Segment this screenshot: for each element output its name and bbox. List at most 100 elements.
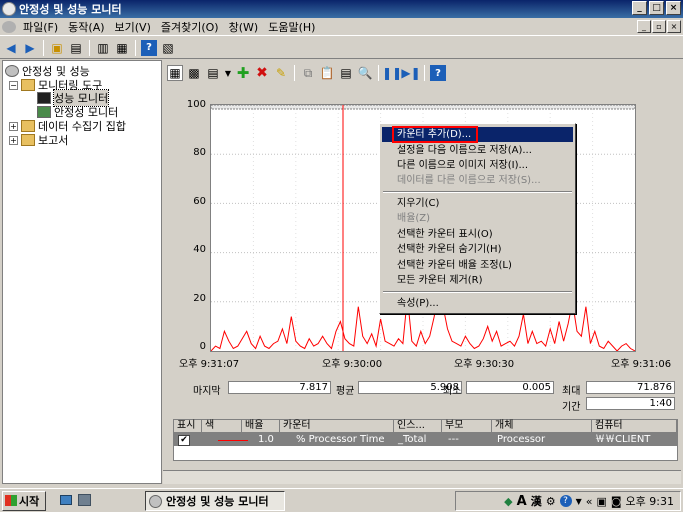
export-list-icon[interactable]: ▥ (95, 40, 111, 56)
chevron-down-icon[interactable]: ▼ (576, 497, 582, 506)
change-graph-type-icon[interactable]: ▤ (205, 65, 221, 81)
menu-item-remove-all[interactable]: 모든 카운터 제거(R) (382, 273, 573, 288)
folder-icon (21, 120, 35, 132)
parent-cell: --- (448, 434, 459, 445)
menu-item-hide-selected[interactable]: 선택한 카운터 숨기기(H) (382, 242, 573, 257)
copy-properties-icon[interactable]: ⧉ (300, 65, 316, 81)
x-tick-label: 오후 9:30:00 (322, 359, 383, 370)
mdi-restore-button[interactable]: ▫ (652, 20, 666, 33)
toolbar-divider (294, 65, 295, 81)
update-data-icon[interactable]: ▶❚ (401, 65, 420, 81)
menu-item-save-data: 데이터를 다른 이름으로 저장(S)... (397, 175, 541, 186)
highlight-icon[interactable]: ✎ (273, 65, 289, 81)
reliability-icon (37, 106, 51, 118)
collapse-icon[interactable]: − (9, 80, 18, 90)
show-checkbox[interactable]: ✔ (178, 435, 190, 446)
menu-action[interactable]: 동작(A) (63, 19, 109, 35)
menu-favorites[interactable]: 즐겨찾기(O) (156, 19, 224, 35)
perfmon-app-icon (149, 494, 162, 508)
properties-icon[interactable]: ▤ (338, 65, 354, 81)
properties-icon[interactable]: ▧ (160, 40, 176, 56)
col-scale[interactable]: 배율 (242, 420, 280, 433)
duration-value: 1:40 (586, 397, 675, 410)
zoom-icon[interactable]: 🔍 (357, 65, 373, 81)
tool-icon[interactable]: ⚙ (546, 495, 556, 508)
mdi-minimize-button[interactable]: _ (637, 20, 651, 33)
ime-hanja[interactable]: 漢 (531, 493, 542, 509)
forward-arrow-icon[interactable]: ▶ (22, 40, 38, 56)
menu-window[interactable]: 창(W) (224, 19, 264, 35)
help-icon[interactable]: ? (559, 495, 572, 507)
menu-item-save-image[interactable]: 다른 이름으로 이미지 저장(I)... (382, 158, 573, 173)
highlight-box (392, 126, 478, 143)
freeze-display-icon[interactable]: ❚❚ (382, 65, 402, 81)
col-show[interactable]: 표시 (174, 420, 202, 433)
y-tick-label: 100 (186, 99, 206, 110)
add-counter-icon[interactable]: ✚ (235, 64, 251, 82)
taskbar: 시작 안정성 및 성능 모니터 ◆ A 漢 ⚙ ? ▼ « ▣ ◙ 오후 9:3… (0, 488, 683, 512)
counter-cell: % Processor Time (296, 434, 385, 445)
horizontal-scrollbar[interactable] (163, 470, 681, 484)
toolbar-divider (43, 39, 44, 56)
x-tick-label: 오후 9:30:30 (454, 359, 515, 370)
server-manager-icon[interactable] (78, 494, 91, 506)
menu-item-clear[interactable]: 지우기(C) (382, 196, 573, 211)
menu-view[interactable]: 보기(V) (110, 19, 156, 35)
maximum-label: 최대 (562, 386, 581, 397)
folder-icon (21, 79, 35, 91)
col-computer[interactable]: 컴퓨터 (592, 420, 677, 433)
expand-tray-icon[interactable]: « (586, 495, 593, 508)
back-arrow-icon[interactable]: ◀ (3, 40, 19, 56)
clock[interactable]: 오후 9:31 (626, 493, 674, 509)
x-tick-label: 오후 9:31:06 (611, 359, 672, 370)
expand-icon[interactable]: + (9, 121, 18, 131)
volume-icon[interactable]: ◙ (611, 495, 622, 508)
menu-help[interactable]: 도움말(H) (263, 19, 320, 35)
last-value: 7.817 (228, 381, 331, 394)
col-instance[interactable]: 인스... (394, 420, 442, 433)
average-label: 평균 (336, 386, 355, 397)
title-bar: 안정성 및 성능 모니터 _ □ × (0, 0, 683, 18)
show-hide-tree-icon[interactable]: ▤ (68, 40, 84, 56)
view-log-data-icon[interactable]: ▩ (186, 65, 202, 81)
minimize-button[interactable]: _ (632, 1, 647, 15)
view-current-activity-icon[interactable]: ▦ (167, 65, 183, 81)
network-icon[interactable]: ▣ (596, 495, 606, 508)
maximum-value: 71.876 (586, 381, 675, 394)
language-bar-icon[interactable]: ◆ (504, 495, 512, 508)
menu-item-scale-selected[interactable]: 선택한 카운터 배율 조정(L) (382, 258, 573, 273)
close-button[interactable]: × (666, 1, 681, 15)
ime-mode[interactable]: A (517, 494, 527, 509)
menu-item-show-selected[interactable]: 선택한 카운터 표시(O) (382, 227, 573, 242)
toolbar-divider (424, 65, 425, 81)
up-folder-icon[interactable]: ▣ (49, 40, 65, 56)
minimum-value: 0.005 (466, 381, 554, 394)
start-button[interactable]: 시작 (2, 490, 46, 511)
col-counter[interactable]: 카운터 (280, 420, 394, 433)
paste-counter-icon[interactable]: 📋 (319, 65, 335, 81)
col-parent[interactable]: 부모 (442, 420, 492, 433)
taskbar-item-perfmon[interactable]: 안정성 및 성능 모니터 (145, 491, 285, 511)
menu-item-save-settings[interactable]: 설정을 다음 이름으로 저장(A)... (382, 143, 573, 158)
tree-item-reports[interactable]: + 보고서 (9, 132, 68, 148)
chevron-down-icon[interactable]: ▼ (224, 65, 232, 81)
mdi-system-icon[interactable] (2, 20, 16, 33)
perfmon-app-icon (2, 2, 16, 16)
report-icon (21, 134, 35, 146)
delete-counter-icon[interactable]: ✖ (254, 65, 270, 81)
graph-top-band (211, 105, 635, 110)
maximize-button[interactable]: □ (649, 1, 664, 15)
y-tick-label: 20 (193, 293, 206, 304)
instance-cell: _Total (398, 434, 427, 445)
show-desktop-icon[interactable] (60, 495, 72, 505)
menu-file[interactable]: 파일(F) (18, 19, 63, 35)
menu-item-properties[interactable]: 속성(P)... (382, 296, 573, 311)
expand-icon[interactable]: + (9, 135, 18, 145)
col-object[interactable]: 개체 (492, 420, 592, 433)
help-icon[interactable]: ? (141, 39, 157, 56)
print-icon[interactable]: ▦ (114, 40, 130, 56)
menu-bar: 파일(F) 동작(A) 보기(V) 즐겨찾기(O) 창(W) 도움말(H) _ … (0, 18, 683, 36)
col-color[interactable]: 색 (202, 420, 242, 433)
help-icon[interactable]: ? (430, 65, 446, 81)
mdi-close-button[interactable]: × (667, 20, 681, 33)
